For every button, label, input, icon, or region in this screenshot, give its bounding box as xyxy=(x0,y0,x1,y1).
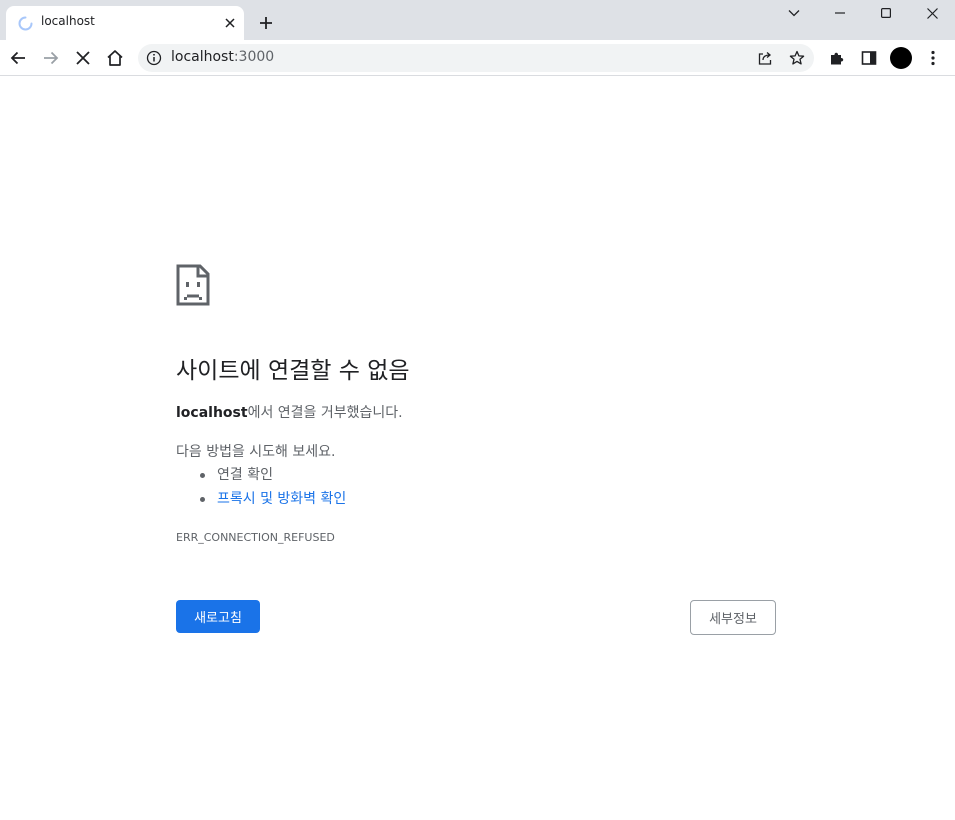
error-code: ERR_CONNECTION_REFUSED xyxy=(176,531,335,544)
reload-button[interactable]: 새로고침 xyxy=(176,600,260,633)
browser-tab[interactable]: localhost xyxy=(6,6,244,40)
list-item: 연결 확인 xyxy=(176,463,346,487)
tab-strip: localhost xyxy=(0,0,955,40)
arrow-right-icon[interactable] xyxy=(36,43,66,73)
list-item: 프록시 및 방화벽 확인 xyxy=(176,487,346,511)
page-title: 사이트에 연결할 수 없음 xyxy=(176,358,410,384)
home-icon[interactable] xyxy=(100,43,130,73)
tab-title: localhost xyxy=(41,14,95,28)
plus-icon[interactable] xyxy=(255,12,277,34)
share-icon[interactable] xyxy=(755,48,775,68)
error-description: localhost에서 연결을 거부했습니다. xyxy=(176,402,403,422)
info-icon[interactable] xyxy=(146,50,162,66)
puzzle-icon[interactable] xyxy=(822,43,852,73)
close-window-icon[interactable] xyxy=(909,0,955,26)
suggestion-check-connection: 연결 확인 xyxy=(217,467,273,483)
error-host: localhost xyxy=(176,405,248,421)
url-text[interactable]: localhost:3000 xyxy=(171,49,274,65)
sad-page-icon xyxy=(176,264,210,306)
error-page: 사이트에 연결할 수 없음 localhost에서 연결을 거부했습니다. 다음… xyxy=(0,77,955,820)
details-button[interactable]: 세부정보 xyxy=(690,600,776,635)
star-icon[interactable] xyxy=(787,48,807,68)
chevron-down-icon[interactable] xyxy=(771,0,817,26)
close-icon[interactable] xyxy=(222,15,238,31)
url-host: localhost xyxy=(171,49,234,65)
maximize-icon[interactable] xyxy=(863,0,909,26)
spinner-icon xyxy=(18,16,33,31)
kebab-menu-icon[interactable] xyxy=(918,43,948,73)
arrow-left-icon[interactable] xyxy=(3,43,33,73)
stop-icon[interactable] xyxy=(68,43,98,73)
suggestions-list: 연결 확인 프록시 및 방화벽 확인 xyxy=(176,463,346,511)
minimize-icon[interactable] xyxy=(817,0,863,26)
url-port: :3000 xyxy=(233,49,275,65)
address-bar[interactable]: localhost:3000 xyxy=(138,44,814,72)
suggestions-title: 다음 방법을 시도해 보세요. xyxy=(176,444,336,460)
browser-toolbar: localhost:3000 xyxy=(0,40,955,76)
error-description-text: 에서 연결을 거부했습니다. xyxy=(247,405,403,421)
profile-avatar[interactable] xyxy=(890,47,912,69)
side-panel-icon[interactable] xyxy=(854,43,884,73)
suggestion-check-proxy-firewall-link[interactable]: 프록시 및 방화벽 확인 xyxy=(217,491,346,507)
